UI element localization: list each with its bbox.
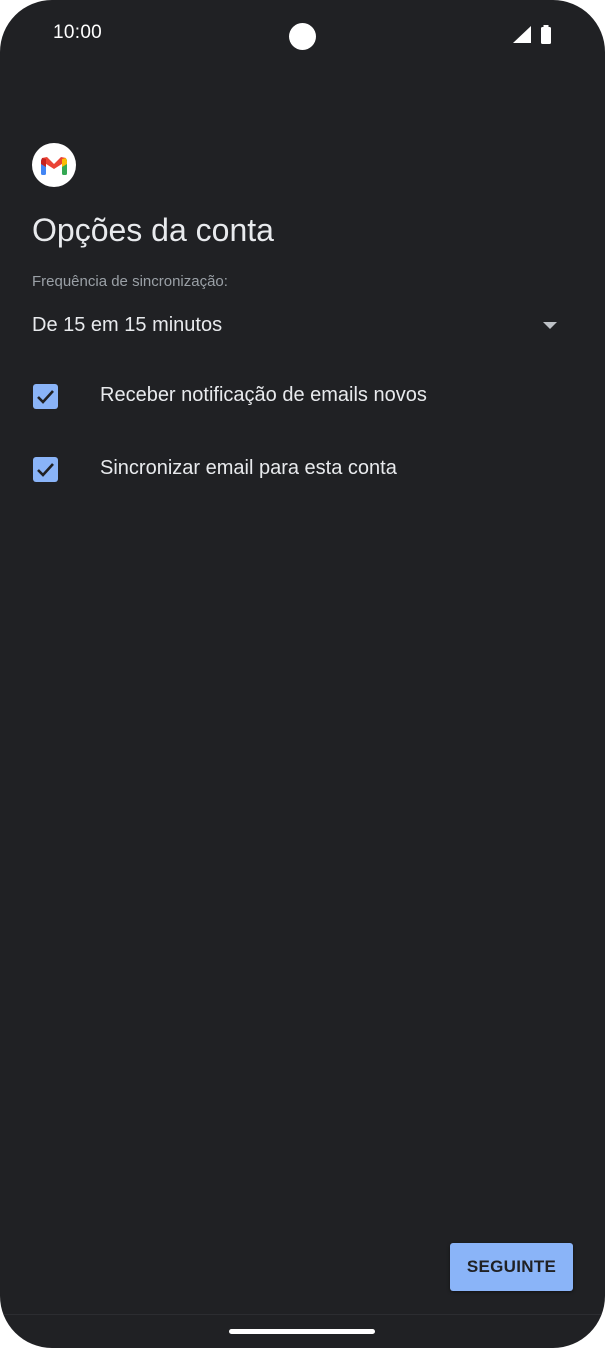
status-time: 10:00 xyxy=(53,22,103,43)
nav-divider xyxy=(0,1314,605,1315)
signal-icon xyxy=(513,26,531,43)
page-title: Opções da conta xyxy=(32,212,274,248)
battery-icon xyxy=(541,25,551,44)
checkmark-icon xyxy=(37,390,54,404)
sync-email-option[interactable]: Sincronizar email para esta conta xyxy=(22,443,582,495)
sync-email-label: Sincronizar email para esta conta xyxy=(100,457,397,479)
notify-new-emails-option[interactable]: Receber notificação de emails novos xyxy=(22,370,582,422)
gmail-logo-icon xyxy=(32,143,76,187)
checkmark-icon xyxy=(37,463,54,477)
camera-cutout xyxy=(289,23,316,50)
sync-frequency-value: De 15 em 15 minutos xyxy=(32,314,223,336)
sync-frequency-label: Frequência de sincronização: xyxy=(32,273,228,290)
next-button[interactable]: SEGUINTE xyxy=(450,1243,573,1291)
sync-frequency-dropdown[interactable]: De 15 em 15 minutos xyxy=(32,305,562,349)
phone-screen: 10:00 Opções da conta Frequência de sinc… xyxy=(0,0,605,1348)
dropdown-arrow-icon xyxy=(543,322,557,329)
notify-new-emails-label: Receber notificação de emails novos xyxy=(100,384,427,406)
notify-new-emails-checkbox[interactable] xyxy=(33,384,58,409)
sync-email-checkbox[interactable] xyxy=(33,457,58,482)
home-indicator[interactable] xyxy=(229,1329,375,1334)
